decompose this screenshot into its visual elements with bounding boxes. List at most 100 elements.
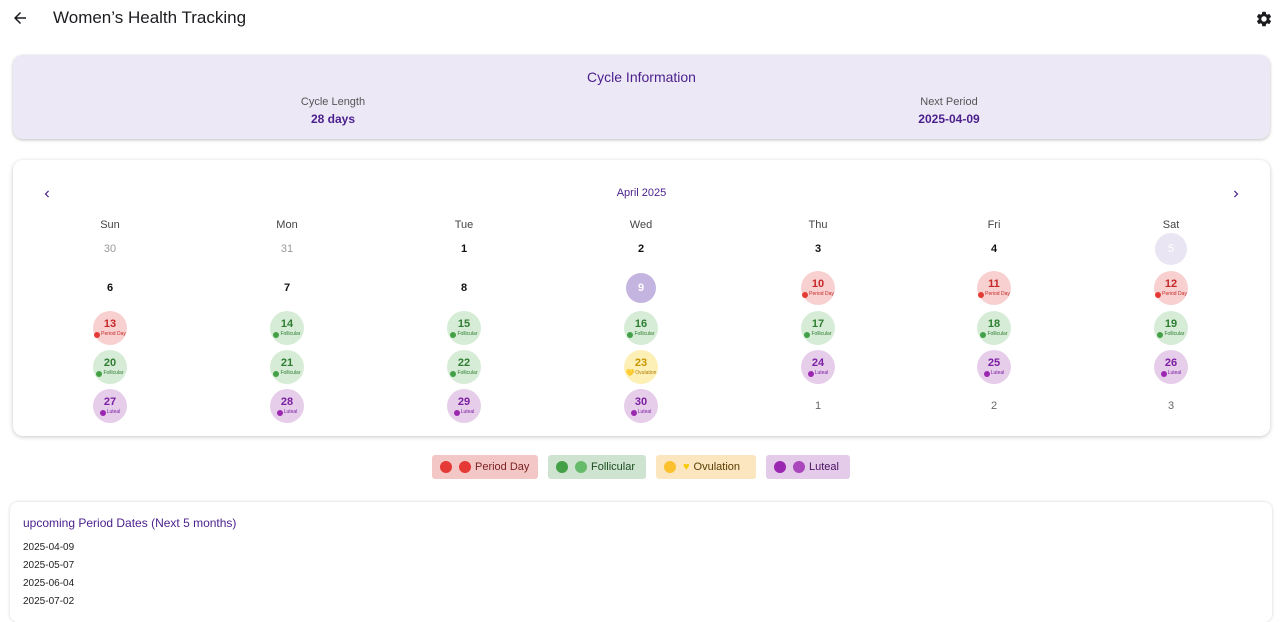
upcoming-date-item: 2025-07-02 — [23, 596, 75, 607]
weekday-label: Fri — [987, 219, 1001, 231]
day-phase-tag: Follicular — [1157, 331, 1185, 338]
calendar-day[interactable]: 2 — [977, 389, 1011, 423]
phase-dot-icon — [1160, 370, 1167, 377]
calendar-day[interactable]: 1 — [447, 232, 481, 266]
calendar-day[interactable]: 30 Luteal — [624, 389, 658, 423]
day-number: 23 — [634, 357, 648, 369]
upcoming-date-item: 2025-04-09 — [23, 542, 75, 553]
phase-dot-icon — [983, 370, 990, 377]
day-phase-tag: Period Day — [1155, 291, 1187, 298]
settings-button[interactable] — [1253, 8, 1275, 30]
cycle-length-stat: Cycle Length 28 days — [183, 96, 483, 126]
day-number: 20 — [103, 357, 117, 369]
phase-label: Follicular — [1164, 331, 1185, 337]
day-number: 5 — [1167, 243, 1175, 255]
legend-follicular-label: Follicular — [591, 461, 636, 473]
phase-label: Ovulation — [635, 370, 657, 376]
yellow-heart-icon: 💛 — [625, 370, 635, 377]
calendar-day[interactable]: 30 — [93, 232, 127, 266]
calendar-day[interactable]: 7 — [270, 271, 304, 305]
next-month-button[interactable] — [1226, 184, 1246, 204]
day-phase-tag: Luteal — [1160, 370, 1182, 377]
day-number: 18 — [987, 318, 1001, 330]
calendar-day[interactable]: 21 Follicular — [270, 350, 304, 384]
calendar-day[interactable]: 17 Follicular — [801, 311, 835, 345]
calendar-day[interactable]: 26 Luteal — [1154, 350, 1188, 384]
weekday-label: Wed — [629, 219, 653, 231]
calendar-day[interactable]: 27 Luteal — [93, 389, 127, 423]
calendar-day[interactable]: 12 Period Day — [1154, 271, 1188, 305]
phase-dot-icon — [804, 331, 811, 338]
phase-label: Luteal — [637, 409, 652, 415]
phase-label: Period Day — [101, 331, 126, 337]
calendar-day[interactable]: 18 Follicular — [977, 311, 1011, 345]
phase-dot-icon — [276, 409, 283, 416]
day-number: 21 — [280, 357, 294, 369]
day-number: 30 — [634, 396, 648, 408]
phase-dot-icon — [99, 409, 106, 416]
phase-label: Luteal — [814, 370, 829, 376]
phase-dot-icon — [273, 331, 280, 338]
calendar-day[interactable]: 10 Period Day — [801, 271, 835, 305]
calendar-day[interactable]: 22 Follicular — [447, 350, 481, 384]
day-phase-tag: Follicular — [273, 331, 301, 338]
day-number: 31 — [280, 243, 294, 255]
day-number: 15 — [457, 318, 471, 330]
calendar-day[interactable]: 9 — [626, 273, 656, 303]
day-number: 1 — [460, 243, 468, 255]
calendar-day[interactable]: 24 Luteal — [801, 350, 835, 384]
phase-label: Period Day — [809, 291, 834, 297]
day-phase-tag: Period Day — [978, 291, 1010, 298]
calendar-day[interactable]: 31 — [270, 232, 304, 266]
phase-dot-icon — [627, 331, 634, 338]
phase-label: Period Day — [1162, 291, 1187, 297]
back-button[interactable] — [8, 6, 32, 30]
calendar-day[interactable]: 28 Luteal — [270, 389, 304, 423]
phase-dot-icon — [802, 291, 809, 298]
day-number: 10 — [811, 278, 825, 290]
month-label: April 2025 — [616, 187, 667, 199]
calendar-day[interactable]: 13 Period Day — [93, 311, 127, 345]
app-bar: Women’s Health Tracking — [0, 0, 1280, 38]
upcoming-date-item: 2025-06-04 — [23, 578, 75, 589]
calendar-day[interactable]: 23 💛 Ovulation — [624, 350, 658, 384]
day-number: 14 — [280, 318, 294, 330]
calendar-day[interactable]: 15 Follicular — [447, 311, 481, 345]
phase-dot-icon — [453, 409, 460, 416]
cycle-length-label: Cycle Length — [300, 96, 366, 108]
calendar-day[interactable]: 6 — [93, 271, 127, 305]
calendar-day[interactable]: 5 — [1155, 233, 1187, 265]
day-number: 2 — [637, 243, 645, 255]
calendar-day[interactable]: 4 — [977, 232, 1011, 266]
day-number: 25 — [987, 357, 1001, 369]
day-number: 11 — [988, 278, 1000, 290]
day-number: 16 — [634, 318, 648, 330]
day-number: 7 — [283, 282, 291, 294]
calendar-day[interactable]: 25 Luteal — [977, 350, 1011, 384]
day-number: 30 — [103, 243, 117, 255]
phase-dot-icon — [450, 331, 457, 338]
period-circle-icon — [459, 461, 471, 473]
day-number: 27 — [103, 396, 117, 408]
phase-label: Luteal — [1167, 370, 1182, 376]
calendar-day[interactable]: 11 Period Day — [977, 271, 1011, 305]
day-phase-tag: Follicular — [804, 331, 832, 338]
follicular-dot-icon — [556, 461, 568, 473]
calendar-day[interactable]: 29 Luteal — [447, 389, 481, 423]
phase-dot-icon — [630, 409, 637, 416]
calendar-day[interactable]: 19 Follicular — [1154, 311, 1188, 345]
day-phase-tag: 💛 Ovulation — [626, 370, 657, 377]
upcoming-date-item: 2025-05-07 — [23, 560, 75, 571]
phase-dot-icon — [1155, 291, 1162, 298]
calendar-day[interactable]: 2 — [624, 232, 658, 266]
calendar-day[interactable]: 16 Follicular — [624, 311, 658, 345]
calendar-day[interactable]: 1 — [801, 389, 835, 423]
day-number: 17 — [811, 318, 825, 330]
calendar-day[interactable]: 3 — [1154, 389, 1188, 423]
day-phase-tag: Luteal — [983, 370, 1004, 377]
calendar-day[interactable]: 8 — [447, 271, 481, 305]
calendar-day[interactable]: 3 — [801, 232, 835, 266]
follicular-circle-icon — [575, 461, 587, 473]
calendar-day[interactable]: 20 Follicular — [93, 350, 127, 384]
calendar-day[interactable]: 14 Follicular — [270, 311, 304, 345]
